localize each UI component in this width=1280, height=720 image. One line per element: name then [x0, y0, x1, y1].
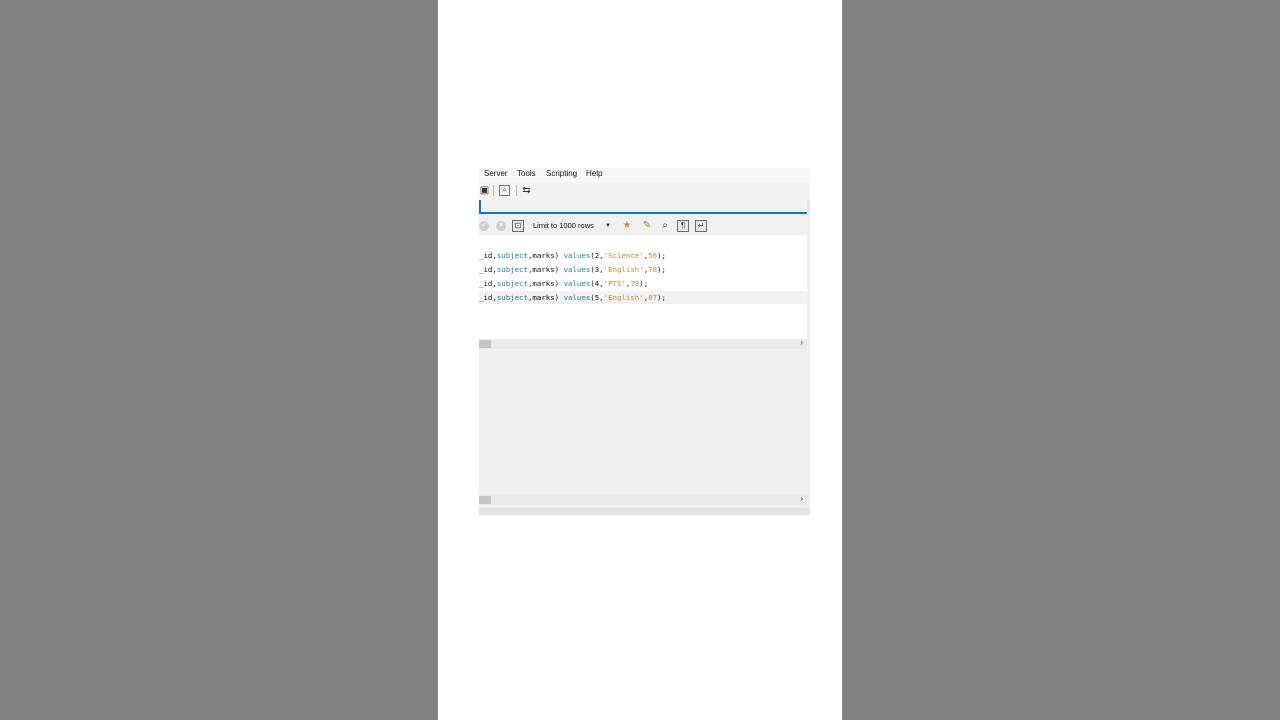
scroll-right-icon[interactable]: › — [800, 338, 803, 347]
menu-tools[interactable]: Tools — [517, 169, 536, 178]
beautify-broom-icon[interactable]: ✎ — [641, 220, 653, 232]
menu-bar: Server Tools Scripting Help — [479, 168, 810, 182]
word-wrap-icon[interactable]: ↵ — [695, 220, 707, 232]
find-icon[interactable]: ⌕ — [659, 220, 671, 232]
result-horizontal-scrollbar[interactable]: › — [479, 494, 807, 505]
right-backdrop — [842, 0, 1280, 720]
toolbar-separator — [493, 185, 494, 196]
menu-scripting[interactable]: Scripting — [546, 169, 577, 178]
rollback-icon[interactable]: ✕ — [496, 221, 506, 231]
chevron-down-icon[interactable]: ▼ — [605, 220, 611, 232]
active-query-tab[interactable] — [479, 200, 807, 214]
result-panel — [479, 351, 807, 494]
main-toolbar: ▣ ⌕ ⇆ — [479, 182, 810, 200]
invisible-chars-icon[interactable]: ¶ — [677, 220, 689, 232]
toolbar-separator — [516, 185, 517, 196]
code-line-current[interactable]: _id,subject,marks) values(5,'English',87… — [479, 291, 807, 304]
sql-workbench-window: Server Tools Scripting Help ▣ ⌕ ⇆ ✓ ✕ ⊡ … — [479, 168, 810, 515]
sql-editor[interactable]: _id,subject,marks) values(2,'Science',56… — [479, 235, 807, 339]
editor-horizontal-scrollbar[interactable]: › — [479, 338, 807, 349]
code-line[interactable]: _id,subject,marks) values(4,'PTS',78); — [479, 277, 807, 290]
inspector-icon[interactable]: ⌕ — [499, 185, 510, 196]
left-backdrop — [0, 0, 438, 720]
code-line[interactable]: _id,subject,marks) values(2,'Science',56… — [479, 249, 807, 262]
limit-rows-select[interactable]: Limit to 1000 rows — [533, 220, 613, 232]
status-bar — [479, 508, 810, 515]
scrollbar-thumb[interactable] — [479, 340, 491, 348]
scroll-right-icon[interactable]: › — [800, 494, 803, 503]
menu-server[interactable]: Server — [484, 169, 508, 178]
bookmark-star-icon[interactable]: ★ — [621, 220, 633, 232]
commit-icon[interactable]: ✓ — [479, 221, 489, 231]
editor-tab-strip — [479, 200, 810, 214]
menu-help[interactable]: Help — [586, 169, 602, 178]
code-line[interactable]: _id,subject,marks) values(3,'English',78… — [479, 263, 807, 276]
autocommit-toggle-icon[interactable]: ⊡ — [512, 220, 524, 232]
sql-editor-toolbar: ✓ ✕ ⊡ Limit to 1000 rows ▼ ★ ✎ ⌕ ¶ ↵ — [479, 217, 807, 236]
script-icon[interactable]: ▣ — [479, 185, 490, 196]
scrollbar-thumb[interactable] — [479, 496, 491, 504]
reconnect-icon[interactable]: ⇆ — [521, 185, 532, 196]
